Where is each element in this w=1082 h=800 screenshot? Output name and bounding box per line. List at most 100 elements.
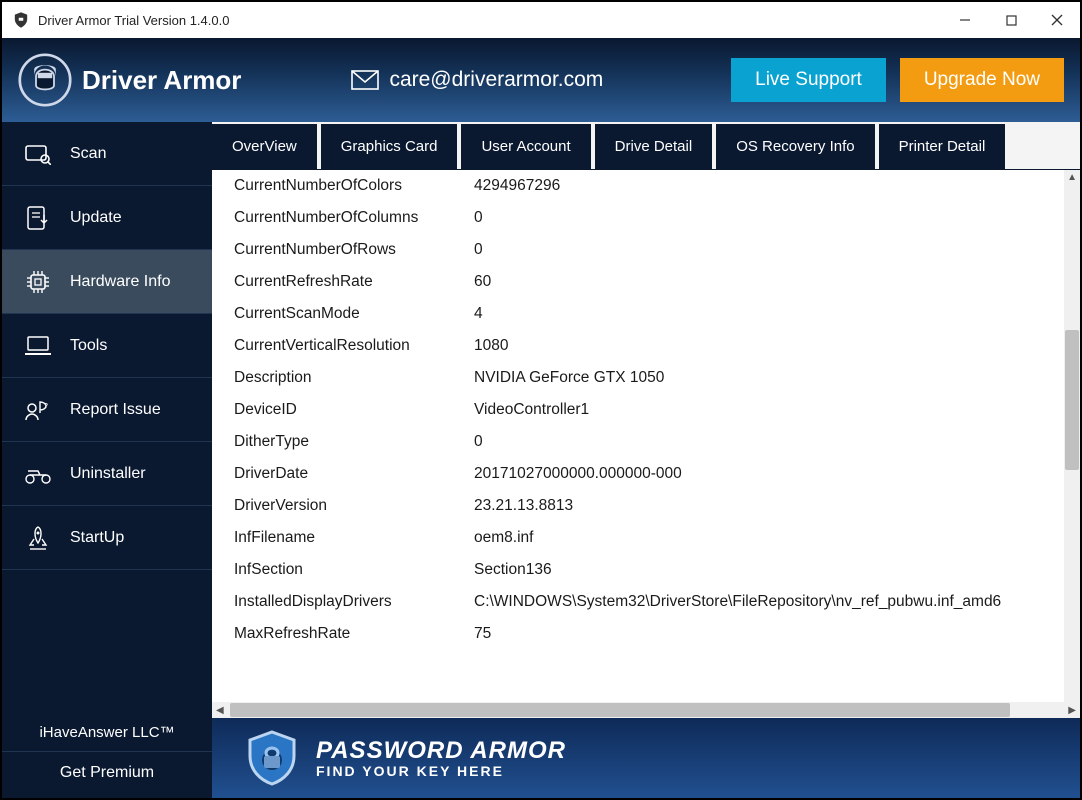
property-value: 4294967296 (462, 170, 1064, 202)
update-icon (22, 202, 54, 234)
table-row: CurrentNumberOfColors4294967296 (212, 170, 1064, 202)
property-name: DitherType (212, 426, 462, 458)
property-name: MaxRefreshRate (212, 618, 462, 650)
support-icon: ? (22, 394, 54, 426)
table-row: InfSectionSection136 (212, 554, 1064, 586)
property-name: InfFilename (212, 522, 462, 554)
property-value: 0 (462, 426, 1064, 458)
property-value: NVIDIA GeForce GTX 1050 (462, 362, 1064, 394)
envelope-icon (351, 70, 379, 90)
sidebar-item-report-issue[interactable]: ? Report Issue (2, 378, 212, 442)
sidebar-item-scan[interactable]: Scan (2, 122, 212, 186)
property-name: Description (212, 362, 462, 394)
app-logo-icon (12, 11, 30, 29)
app-window: Driver Armor Trial Version 1.4.0.0 Drive… (0, 0, 1082, 800)
titlebar: Driver Armor Trial Version 1.4.0.0 (2, 2, 1080, 38)
sidebar-item-uninstaller[interactable]: Uninstaller (2, 442, 212, 506)
sidebar-item-label: Hardware Info (70, 273, 171, 291)
property-name: DriverVersion (212, 490, 462, 522)
table-row: CurrentRefreshRate60 (212, 266, 1064, 298)
property-name: InfSection (212, 554, 462, 586)
body: Scan Update Hardware Info Tools ? Report… (2, 122, 1080, 798)
table-row: CurrentVerticalResolution1080 (212, 330, 1064, 362)
property-value: 23.21.13.8813 (462, 490, 1064, 522)
table-row: DeviceIDVideoController1 (212, 394, 1064, 426)
tabs: OverView Graphics Card User Account Driv… (212, 122, 1080, 170)
table-row: DriverVersion23.21.13.8813 (212, 490, 1064, 522)
property-value: oem8.inf (462, 522, 1064, 554)
table-row: CurrentScanMode4 (212, 298, 1064, 330)
svg-text:?: ? (44, 403, 48, 410)
banner-subtitle: FIND YOUR KEY HERE (316, 763, 566, 779)
property-name: CurrentVerticalResolution (212, 330, 462, 362)
tab-os-recovery-info[interactable]: OS Recovery Info (716, 124, 874, 169)
brand-title: Driver Armor (82, 65, 241, 96)
table-row: CurrentNumberOfColumns0 (212, 202, 1064, 234)
banner-title: PASSWORD ARMOR (316, 737, 566, 765)
property-name: CurrentNumberOfColumns (212, 202, 462, 234)
vertical-scroll-thumb[interactable] (1065, 330, 1079, 470)
upgrade-now-button[interactable]: Upgrade Now (900, 58, 1064, 102)
banner-text: PASSWORD ARMOR FIND YOUR KEY HERE (316, 737, 566, 779)
company-label: iHaveAnswer LLC™ (2, 708, 212, 751)
table-row: InstalledDisplayDriversC:\WINDOWS\System… (212, 586, 1064, 618)
maximize-button[interactable] (988, 2, 1034, 38)
sidebar-item-label: Tools (70, 337, 107, 355)
property-value: Section136 (462, 554, 1064, 586)
property-value: 1080 (462, 330, 1064, 362)
table-row: DescriptionNVIDIA GeForce GTX 1050 (212, 362, 1064, 394)
property-name: CurrentNumberOfColors (212, 170, 462, 202)
support-email[interactable]: care@driverarmor.com (389, 68, 603, 92)
property-name: CurrentScanMode (212, 298, 462, 330)
sidebar-item-startup[interactable]: StartUp (2, 506, 212, 570)
main: OverView Graphics Card User Account Driv… (212, 122, 1080, 798)
password-armor-shield-icon (242, 728, 302, 788)
close-button[interactable] (1034, 2, 1080, 38)
sidebar-item-label: Update (70, 209, 122, 227)
data-scroll[interactable]: CurrentNumberOfColors4294967296CurrentNu… (212, 170, 1064, 702)
hardware-info-table: CurrentNumberOfColors4294967296CurrentNu… (212, 170, 1064, 650)
property-name: InstalledDisplayDrivers (212, 586, 462, 618)
content-pane: CurrentNumberOfColors4294967296CurrentNu… (212, 170, 1080, 702)
minimize-button[interactable] (942, 2, 988, 38)
property-value: 0 (462, 202, 1064, 234)
window-title: Driver Armor Trial Version 1.4.0.0 (38, 13, 942, 28)
table-row: DriverDate20171027000000.000000-000 (212, 458, 1064, 490)
property-name: CurrentRefreshRate (212, 266, 462, 298)
tab-drive-detail[interactable]: Drive Detail (595, 124, 713, 169)
rocket-icon (22, 522, 54, 554)
header: Driver Armor care@driverarmor.com Live S… (2, 38, 1080, 122)
property-value: VideoController1 (462, 394, 1064, 426)
tab-overview[interactable]: OverView (212, 124, 317, 169)
sidebar: Scan Update Hardware Info Tools ? Report… (2, 122, 212, 798)
tab-printer-detail[interactable]: Printer Detail (879, 124, 1006, 169)
scroll-right-arrow-icon[interactable]: ▶ (1068, 705, 1076, 716)
vertical-scrollbar[interactable]: ▲ (1064, 170, 1080, 702)
tab-user-account[interactable]: User Account (461, 124, 590, 169)
property-value: 4 (462, 298, 1064, 330)
property-value: C:\WINDOWS\System32\DriverStore\FileRepo… (462, 586, 1064, 618)
sidebar-item-tools[interactable]: Tools (2, 314, 212, 378)
scan-icon (22, 138, 54, 170)
email-wrap: care@driverarmor.com (351, 68, 603, 92)
get-premium-button[interactable]: Get Premium (2, 751, 212, 798)
tab-graphics-card[interactable]: Graphics Card (321, 124, 458, 169)
scroll-up-arrow-icon[interactable]: ▲ (1067, 172, 1077, 183)
uninstall-icon (22, 458, 54, 490)
promo-banner[interactable]: PASSWORD ARMOR FIND YOUR KEY HERE (212, 718, 1080, 798)
sidebar-item-label: Uninstaller (70, 465, 146, 483)
horizontal-scroll-thumb[interactable] (230, 703, 1010, 717)
property-name: CurrentNumberOfRows (212, 234, 462, 266)
brand-logo-icon (18, 53, 72, 107)
sidebar-item-label: Scan (70, 145, 106, 163)
sidebar-item-label: StartUp (70, 529, 124, 547)
scroll-left-arrow-icon[interactable]: ◀ (216, 705, 224, 716)
sidebar-item-update[interactable]: Update (2, 186, 212, 250)
horizontal-scrollbar[interactable]: ◀ ▶ (212, 702, 1080, 718)
sidebar-item-label: Report Issue (70, 401, 161, 419)
sidebar-item-hardware-info[interactable]: Hardware Info (2, 250, 212, 314)
table-row: MaxRefreshRate75 (212, 618, 1064, 650)
property-value: 60 (462, 266, 1064, 298)
property-name: DriverDate (212, 458, 462, 490)
live-support-button[interactable]: Live Support (731, 58, 886, 102)
